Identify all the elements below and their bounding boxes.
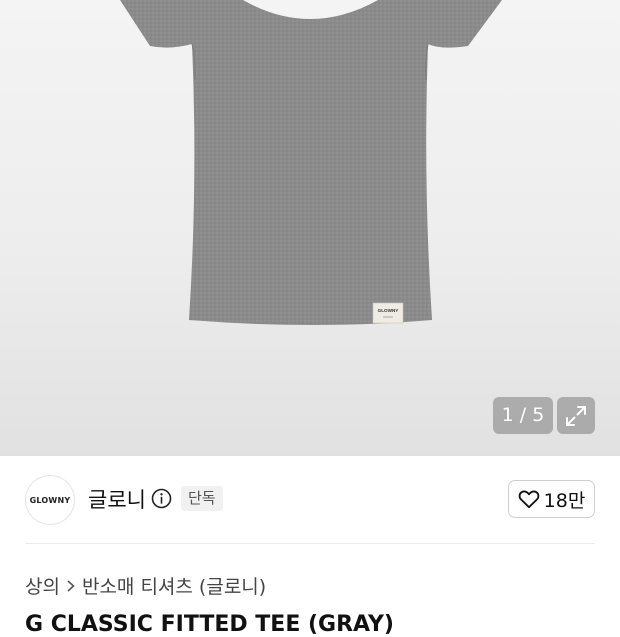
exclusive-badge: 단독: [181, 486, 223, 511]
info-circle-icon[interactable]: [151, 488, 172, 509]
tshirt-body: [120, 0, 502, 325]
breadcrumb-subcategory[interactable]: 반소매 티셔츠 (글로니): [82, 572, 266, 599]
brand-logo-avatar[interactable]: GLOWNY: [25, 475, 75, 525]
garment-label: GLOWNY: [372, 302, 404, 324]
breadcrumb-category[interactable]: 상의: [25, 572, 60, 599]
brand-name[interactable]: 글로니: [88, 484, 146, 514]
like-count: 18만: [543, 489, 586, 512]
product-image: GLOWNY: [120, 0, 502, 325]
image-counter: 1 / 5: [493, 397, 553, 434]
expand-image-button[interactable]: [557, 397, 595, 434]
brand-logo-text: GLOWNY: [29, 495, 71, 505]
expand-arrows-icon: [566, 406, 586, 426]
like-button[interactable]: 18만: [508, 480, 595, 518]
chevron-right-icon: [66, 579, 76, 593]
heart-outline-icon: [518, 490, 539, 509]
product-title: G CLASSIC FITTED TEE (GRAY): [25, 612, 394, 637]
brand-row: GLOWNY 글로니 단독 18만: [0, 456, 620, 542]
garment-label-text: GLOWNY: [378, 308, 399, 313]
product-image-gallery[interactable]: GLOWNY 1 / 5: [0, 0, 620, 456]
section-divider: [25, 543, 595, 544]
breadcrumb: 상의 반소매 티셔츠 (글로니): [25, 572, 266, 599]
